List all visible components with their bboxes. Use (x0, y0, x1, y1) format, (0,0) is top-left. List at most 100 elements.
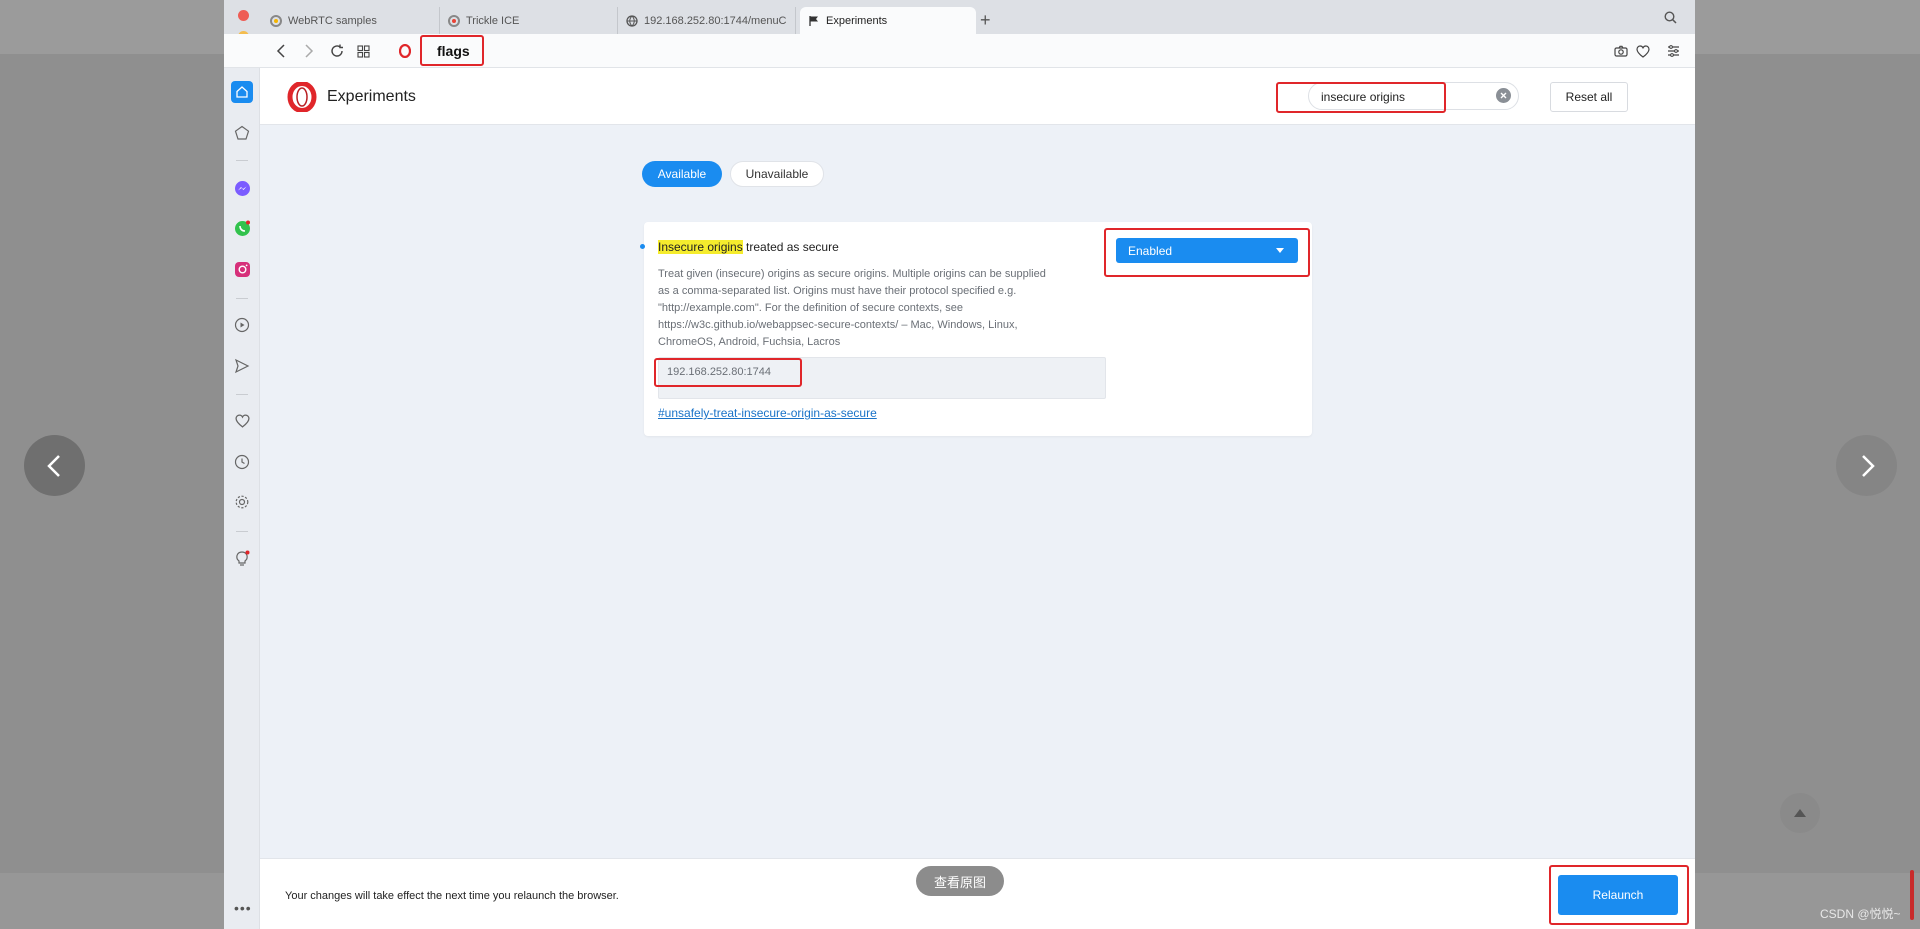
flag-title: Insecure origins treated as secure (658, 240, 839, 254)
pentagon-icon (234, 125, 250, 140)
scroll-to-top-button[interactable] (1780, 793, 1820, 833)
webrtc-favicon-icon (448, 14, 460, 27)
watermark-credit: CSDN @悦悦~ (1820, 907, 1901, 921)
sidebar-item-speed-dial[interactable] (233, 124, 251, 142)
tab-available[interactable]: Available (642, 161, 722, 187)
opera-logo-icon (399, 44, 411, 58)
opera-logo-icon (287, 81, 317, 113)
tab-title: Trickle ICE (466, 14, 520, 27)
browser-window: WebRTC samples Trickle ICE 192.168.252.8… (224, 0, 1695, 929)
sidebar-separator (236, 394, 248, 395)
sidebar-item-my-flow[interactable] (233, 357, 251, 375)
sidebar-separator (236, 531, 248, 532)
caret-up-icon (1794, 809, 1806, 817)
clock-icon (234, 454, 250, 470)
flag-search-input[interactable] (1321, 88, 1481, 106)
tab-title: WebRTC samples (288, 14, 377, 27)
forward-button[interactable] (300, 42, 318, 60)
description-line: "http://example.com". For the definition… (658, 302, 963, 314)
tab-unavailable[interactable]: Unavailable (730, 161, 824, 187)
snapshot-button[interactable] (1612, 42, 1630, 60)
sidebar-item-home[interactable] (231, 81, 253, 103)
heart-icon (1636, 44, 1650, 58)
send-icon (234, 358, 250, 374)
flag-search-box (1308, 82, 1519, 110)
relaunch-message: Your changes will take effect the next t… (285, 890, 619, 902)
caret-down-icon (1276, 248, 1284, 253)
flag-title-rest: treated as secure (742, 240, 839, 254)
reload-icon (331, 44, 343, 57)
bookmark-button[interactable] (1634, 42, 1652, 60)
origins-textarea[interactable]: 192.168.252.80:1744 (667, 366, 1087, 386)
arrow-forward-icon (305, 44, 314, 58)
gear-icon (235, 495, 249, 509)
play-circle-icon (234, 317, 250, 333)
tab-trickle-ice[interactable]: Trickle ICE (440, 7, 618, 34)
search-icon (1664, 11, 1677, 24)
tab-menucall[interactable]: 192.168.252.80:1744/menuCall (618, 7, 796, 34)
sidebar-separator (236, 298, 248, 299)
tab-experiments[interactable]: Experiments (800, 7, 976, 34)
address-bar[interactable]: flags (427, 39, 627, 63)
tab-webrtc-samples[interactable]: WebRTC samples (262, 7, 440, 34)
whatsapp-icon (234, 220, 250, 236)
clear-search-button[interactable] (1496, 88, 1511, 103)
close-window-button[interactable] (238, 10, 249, 21)
close-icon (1500, 92, 1507, 99)
tab-overview-button[interactable] (354, 42, 372, 60)
reload-button[interactable] (328, 42, 346, 60)
sidebar-item-settings[interactable] (233, 493, 251, 511)
back-button[interactable] (272, 42, 290, 60)
description-line: https://w3c.github.io/webappsec-secure-c… (658, 319, 1018, 331)
description-line: as a comma-separated list. Origins must … (658, 285, 1017, 297)
heart-icon (234, 414, 250, 428)
origins-textarea-box: 192.168.252.80:1744 (658, 357, 1106, 399)
flag-state-value: Enabled (1128, 243, 1173, 258)
grid-icon (356, 44, 370, 58)
chevron-right-icon (1861, 454, 1875, 477)
address-toolbar: flags (224, 34, 1695, 68)
address-text: flags (437, 43, 470, 59)
flag-state-select[interactable]: Enabled (1116, 238, 1298, 263)
webrtc-favicon-icon (270, 14, 282, 27)
tab-title: 192.168.252.80:1744/menuCall (644, 14, 787, 27)
reset-all-button[interactable]: Reset all (1550, 82, 1628, 112)
flag-icon (808, 15, 820, 27)
sidebar-separator (236, 160, 248, 161)
sidebar-more-button[interactable]: ••• (234, 900, 252, 916)
description-line: Treat given (insecure) origins as secure… (658, 268, 1046, 280)
thermometer-decoration (1910, 870, 1914, 920)
tab-search-button[interactable] (1664, 11, 1677, 29)
camera-icon (1614, 45, 1628, 57)
flag-anchor-link[interactable]: #unsafely-treat-insecure-origin-as-secur… (658, 406, 877, 420)
instagram-icon (234, 261, 250, 277)
site-info-button[interactable] (396, 42, 414, 60)
lightbulb-icon (236, 550, 250, 566)
new-tab-button[interactable]: + (980, 10, 991, 31)
description-line: ChromeOS, Android, Fuchsia, Lacros (658, 336, 841, 348)
sidebar-item-instagram[interactable] (233, 260, 251, 278)
page-title: Experiments (327, 88, 416, 105)
arrow-back-icon (276, 44, 285, 58)
tab-title: Experiments (826, 14, 888, 27)
globe-icon (626, 14, 638, 27)
sidebar-item-messenger[interactable] (233, 179, 251, 197)
next-image-button[interactable] (1836, 435, 1897, 496)
sidebar-item-bookmarks[interactable] (233, 412, 251, 430)
home-icon (236, 86, 248, 98)
search-match-highlight: Insecure origins (658, 240, 743, 254)
sidebar-item-player[interactable] (233, 316, 251, 334)
messenger-icon (234, 180, 250, 196)
easy-setup-button[interactable] (1664, 42, 1682, 60)
previous-image-button[interactable] (24, 435, 85, 496)
sidebar-item-tips[interactable] (233, 549, 251, 567)
view-original-button[interactable]: 查看原图 (916, 866, 1004, 896)
flag-description: Treat given (insecure) origins as secure… (658, 266, 1098, 351)
modified-flag-indicator (640, 244, 645, 249)
tab-bar: WebRTC samples Trickle ICE 192.168.252.8… (224, 0, 1695, 62)
chevron-left-icon (46, 454, 60, 477)
relaunch-button[interactable]: Relaunch (1558, 875, 1678, 915)
sidebar-item-whatsapp[interactable] (233, 219, 251, 237)
page-header: Experiments Reset all (260, 68, 1695, 125)
sidebar-item-history[interactable] (233, 453, 251, 471)
